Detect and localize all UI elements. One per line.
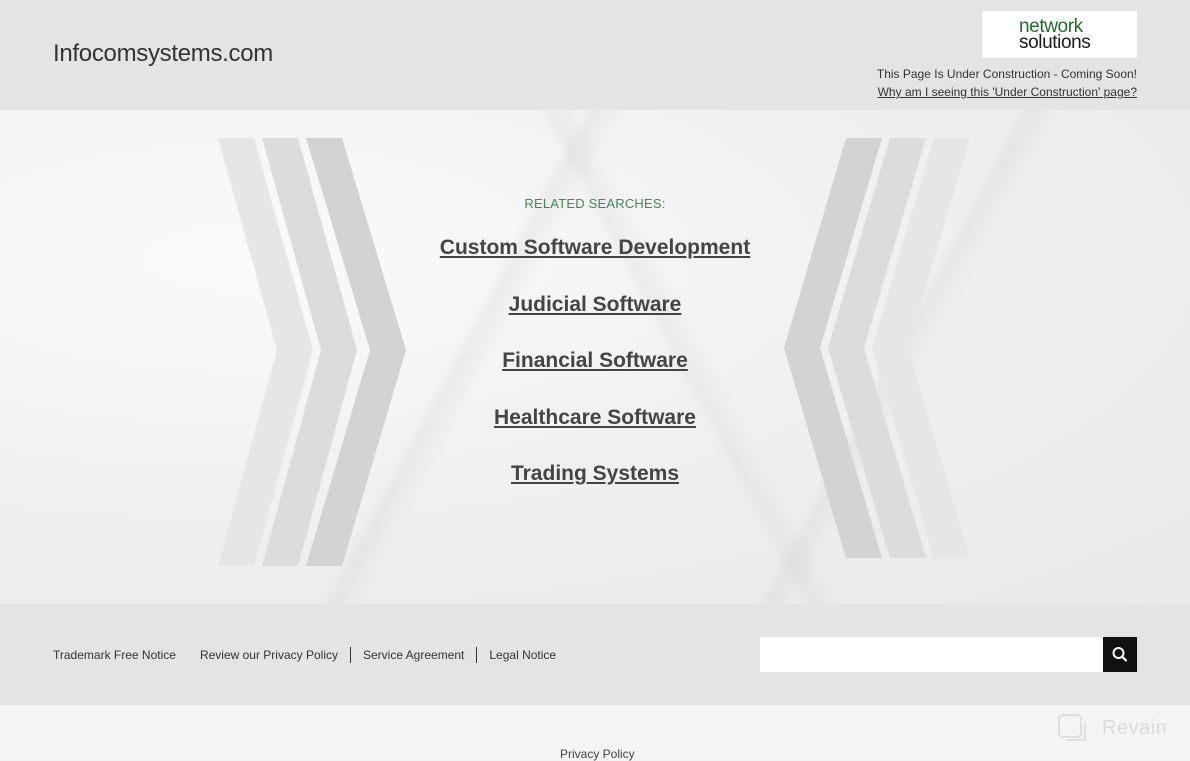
related-link-custom-software[interactable]: Custom Software Development xyxy=(0,236,1190,260)
related-searches-area: RELATED SEARCHES: Custom Software Develo… xyxy=(0,110,1190,604)
footer-link-service-agreement[interactable]: Service Agreement xyxy=(363,648,464,662)
construction-text: This Page Is Under Construction - Coming… xyxy=(876,67,1137,81)
related-searches-label: RELATED SEARCHES: xyxy=(524,196,666,211)
related-link-text[interactable]: Trading Systems xyxy=(511,462,679,485)
search-input[interactable] xyxy=(760,637,1103,672)
footer-link-privacy[interactable]: Review our Privacy Policy xyxy=(200,648,338,662)
search-box xyxy=(760,637,1103,672)
footer-links: Trademark Free Notice Review our Privacy… xyxy=(53,647,556,663)
revain-watermark: Revain xyxy=(1056,710,1167,746)
bottom-strip: Privacy Policy Revain xyxy=(0,705,1190,761)
footer-link-trademark[interactable]: Trademark Free Notice xyxy=(53,648,176,662)
related-link-healthcare-software[interactable]: Healthcare Software xyxy=(0,406,1190,430)
search-button[interactable] xyxy=(1103,637,1137,672)
related-link-text[interactable]: Healthcare Software xyxy=(494,406,696,429)
related-link-text[interactable]: Custom Software Development xyxy=(440,236,750,259)
why-under-construction-link[interactable]: Why am I seeing this 'Under Construction… xyxy=(878,85,1137,99)
search-icon xyxy=(1112,647,1128,662)
header: Infocomsystems.com network solutions Thi… xyxy=(0,0,1190,110)
network-solutions-logo[interactable]: network solutions xyxy=(982,11,1137,58)
footer-divider xyxy=(349,647,351,663)
watermark-text: Revain xyxy=(1102,716,1168,739)
related-link-trading-systems[interactable]: Trading Systems xyxy=(0,462,1190,486)
logo-line-solutions: solutions xyxy=(1019,32,1091,53)
related-link-text[interactable]: Financial Software xyxy=(502,349,688,372)
related-link-financial-software[interactable]: Financial Software xyxy=(0,349,1190,373)
privacy-policy-peek[interactable]: Privacy Policy xyxy=(560,747,635,761)
site-title: Infocomsystems.com xyxy=(53,40,273,67)
related-link-text[interactable]: Judicial Software xyxy=(509,293,682,316)
construction-notice: This Page Is Under Construction - Coming… xyxy=(877,67,1137,99)
revain-logo-icon xyxy=(1058,714,1086,741)
footer-divider xyxy=(476,647,478,663)
footer-link-legal-notice[interactable]: Legal Notice xyxy=(489,648,556,662)
footer: Trademark Free Notice Review our Privacy… xyxy=(0,604,1190,705)
related-link-judicial-software[interactable]: Judicial Software xyxy=(0,293,1190,317)
